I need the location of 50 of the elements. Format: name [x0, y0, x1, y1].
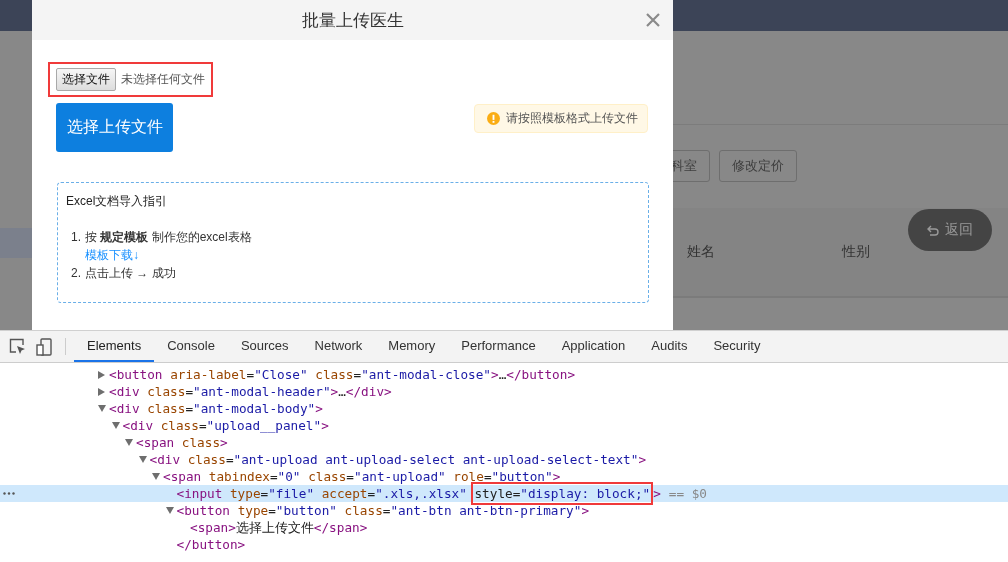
modal-title: 批量上传医生: [301, 9, 404, 32]
warning-icon: [487, 112, 500, 125]
collapse-triangle-icon[interactable]: [125, 439, 133, 446]
code-text: <div class="ant-upload ant-upload-select ant-upload-select-text">: [149, 451, 647, 468]
code-text: <div class="upload__panel">: [122, 417, 329, 434]
devtools-tab[interactable]: Sources: [227, 331, 302, 362]
close-icon[interactable]: [645, 12, 661, 28]
devtools-tab[interactable]: Network: [301, 331, 376, 362]
devtools-tab[interactable]: Application: [548, 331, 639, 362]
device-icon[interactable]: [36, 337, 53, 356]
choose-file-button[interactable]: 选择文件: [56, 68, 116, 91]
step-number: 1.: [71, 229, 81, 246]
back-button[interactable]: 返回: [908, 209, 992, 251]
code-text: </button>: [176, 536, 246, 553]
devtools-tab[interactable]: Elements: [74, 331, 155, 362]
step-number: 2.: [71, 265, 81, 282]
collapse-triangle-icon[interactable]: [152, 473, 160, 480]
guide-title: Excel文档导入指引: [66, 193, 169, 210]
code-text: <div class="ant-modal-body">: [109, 400, 323, 417]
devtools-tab[interactable]: Audits: [638, 331, 701, 362]
devtools-tab[interactable]: Console: [154, 331, 228, 362]
code-text: >: [653, 485, 661, 502]
return-icon: [927, 224, 939, 236]
collapse-triangle-icon[interactable]: [165, 507, 174, 514]
expand-triangle-icon[interactable]: [98, 387, 105, 396]
code-text: <input type="file" accept=".xls,.xlsx": [176, 485, 468, 502]
step-text: 点击上传 → 成功: [85, 265, 176, 282]
highlight-frame: style="display: block;": [474, 485, 651, 502]
code-text: <div class="ant-modal-header">…</div>: [109, 383, 392, 400]
upload-button[interactable]: 选择上传文件: [56, 103, 173, 152]
code-text: <span class>: [136, 434, 228, 451]
column-header: 性别: [842, 243, 870, 261]
code-text: <span>选择上传文件</span>: [190, 519, 368, 536]
notice-text: 请按照模板格式上传文件: [506, 110, 638, 127]
devtools-tab[interactable]: Memory: [375, 331, 449, 362]
file-status: 未选择任何文件: [121, 71, 205, 88]
code-text: <button aria-label="Close" class="ant-modal-close">…</button>: [109, 366, 575, 383]
code-text: <span tabindex="0" class="ant-upload" role="button">: [163, 468, 561, 485]
collapse-triangle-icon[interactable]: [111, 422, 120, 429]
step-text: 按 规定模板 制作您的excel表格: [85, 229, 252, 246]
more-icon[interactable]: [3, 492, 15, 495]
collapse-triangle-icon[interactable]: [98, 405, 106, 412]
inspect-icon[interactable]: [9, 338, 26, 355]
devtools-tab[interactable]: Performance: [448, 331, 549, 362]
collapse-triangle-icon[interactable]: [138, 456, 147, 463]
devtools-tab[interactable]: Security: [700, 331, 774, 362]
column-header: 姓名: [687, 243, 716, 261]
code-text: <button type="button" class="ant-btn ant-btn-primary">: [176, 502, 590, 519]
expand-triangle-icon[interactable]: [98, 370, 105, 379]
console-reference: == $0: [668, 485, 707, 502]
